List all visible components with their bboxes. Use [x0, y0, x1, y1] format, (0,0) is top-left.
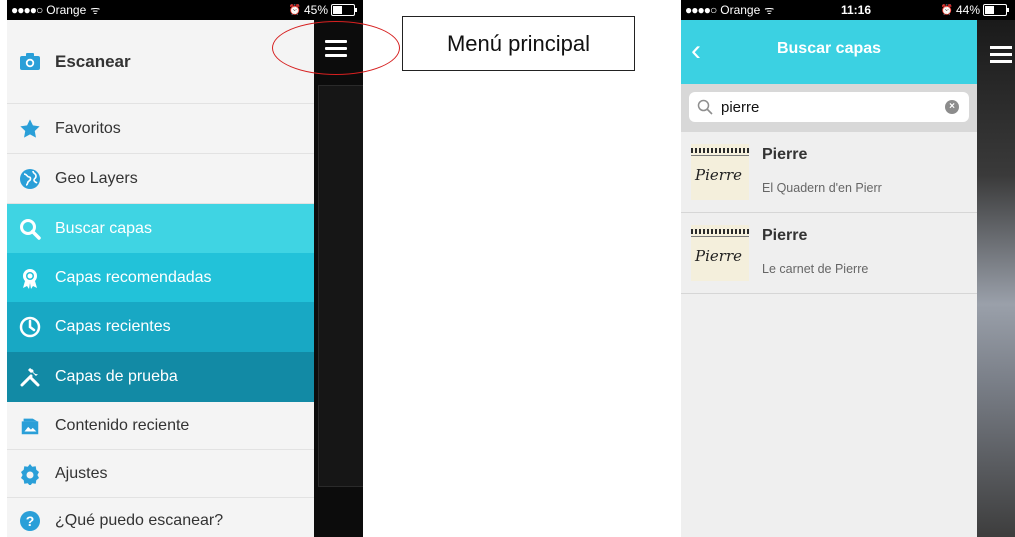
camera-icon — [19, 51, 41, 73]
svg-text:?: ? — [26, 513, 35, 529]
search-icon — [19, 218, 41, 240]
menu-item-ajustes[interactable]: Ajustes — [7, 450, 314, 498]
layer-thumbnail: Pierre — [691, 144, 749, 200]
search-input[interactable] — [719, 97, 923, 117]
content-preview-strip — [977, 20, 1015, 537]
menu-item-contenido-reciente[interactable]: Contenido reciente — [7, 402, 314, 450]
layer-thumbnail: Pierre — [691, 225, 749, 281]
menu-item-capas-de-prueba[interactable]: Capas de prueba — [7, 352, 314, 402]
menu-item-favoritos[interactable]: Favoritos — [7, 104, 314, 154]
thumbnail-text: Pierre — [695, 247, 742, 265]
help-icon: ? — [19, 510, 41, 532]
list-item[interactable]: Pierre Pierre Le carnet de Pierre — [681, 213, 977, 294]
alarm-icon: ⏰ — [940, 4, 953, 16]
left-phone-screen: ●●●●○ Orange ᯤ ⏰ 45% Escanear Favoritos — [7, 0, 363, 537]
list-item[interactable]: Pierre Pierre El Quadern d'en Pierr — [681, 132, 977, 213]
carrier-label: Orange — [720, 3, 761, 17]
status-bar: ●●●●○ Orange ᯤ 11:16 ⏰ 44% — [681, 0, 1015, 20]
battery-icon — [331, 4, 357, 16]
result-subtitle: Le carnet de Pierre — [762, 262, 869, 276]
status-bar: ●●●●○ Orange ᯤ ⏰ 45% — [7, 0, 363, 20]
menu-item-capas-recientes[interactable]: Capas recientes — [7, 302, 314, 352]
battery-group: ⏰ 44% — [940, 3, 1009, 17]
signal-indicator: ●●●●○ — [685, 3, 717, 17]
menu-item-label: Geo Layers — [55, 169, 138, 187]
result-title: Pierre — [762, 146, 808, 163]
annotation-highlight-ellipse — [272, 21, 400, 75]
battery-percent: 44% — [955, 3, 980, 17]
main-menu: Escanear Favoritos Geo Layers Buscar cap… — [7, 20, 314, 537]
nav-header: ‹ Buscar capas — [681, 20, 977, 84]
gear-icon — [19, 463, 41, 485]
result-title: Pierre — [762, 227, 808, 244]
star-icon — [19, 118, 41, 140]
menu-item-label: ¿Qué puedo escanear? — [55, 512, 224, 529]
menu-item-label: Contenido reciente — [55, 416, 190, 434]
menu-item-label: Capas recomendadas — [55, 268, 212, 286]
clock-icon — [19, 316, 41, 338]
search-icon — [697, 99, 713, 115]
result-subtitle: El Quadern d'en Pierr — [762, 181, 882, 195]
carrier-label: Orange — [46, 3, 87, 17]
menu-item-label: Escanear — [55, 51, 131, 71]
battery-percent: 45% — [303, 3, 328, 17]
tools-icon — [19, 366, 41, 388]
battery-group: ⏰ 45% — [288, 3, 357, 17]
folder-icon — [19, 415, 41, 437]
menu-item-label: Capas de prueba — [55, 368, 178, 385]
menu-item-escanear[interactable]: Escanear — [7, 20, 314, 104]
menu-item-que-puedo-escanear[interactable]: ? ¿Qué puedo escanear? — [7, 498, 314, 537]
battery-icon — [983, 4, 1009, 16]
award-icon — [19, 267, 41, 289]
menu-item-label: Capas recientes — [55, 318, 171, 335]
thumbnail-text: Pierre — [695, 166, 742, 184]
hamburger-menu-button[interactable] — [990, 46, 1012, 64]
menu-item-buscar-capas[interactable]: Buscar capas — [7, 204, 314, 253]
alarm-icon: ⏰ — [288, 4, 301, 16]
menu-item-label: Buscar capas — [55, 219, 152, 237]
clear-search-icon[interactable]: × — [945, 100, 959, 114]
results-list: Pierre Pierre El Quadern d'en Pierr Pier… — [681, 132, 977, 537]
clock-time: 11:16 — [841, 3, 872, 17]
menu-item-label: Favoritos — [55, 119, 121, 137]
wifi-icon: ᯤ — [764, 4, 775, 17]
menu-item-label: Ajustes — [55, 464, 108, 482]
right-phone-screen: ●●●●○ Orange ᯤ 11:16 ⏰ 44% ‹ Buscar capa… — [681, 0, 1015, 537]
content-preview — [318, 85, 363, 487]
menu-item-geo-layers[interactable]: Geo Layers — [7, 154, 314, 204]
search-field[interactable]: × — [689, 92, 969, 122]
wifi-icon: ᯤ — [90, 4, 101, 17]
search-bar: × — [681, 84, 977, 132]
signal-indicator: ●●●●○ — [11, 3, 43, 17]
globe-icon — [19, 168, 41, 190]
page-title: Buscar capas — [776, 40, 882, 57]
annotation-label: Menú principal — [402, 16, 635, 71]
menu-item-capas-recomendadas[interactable]: Capas recomendadas — [7, 253, 314, 302]
